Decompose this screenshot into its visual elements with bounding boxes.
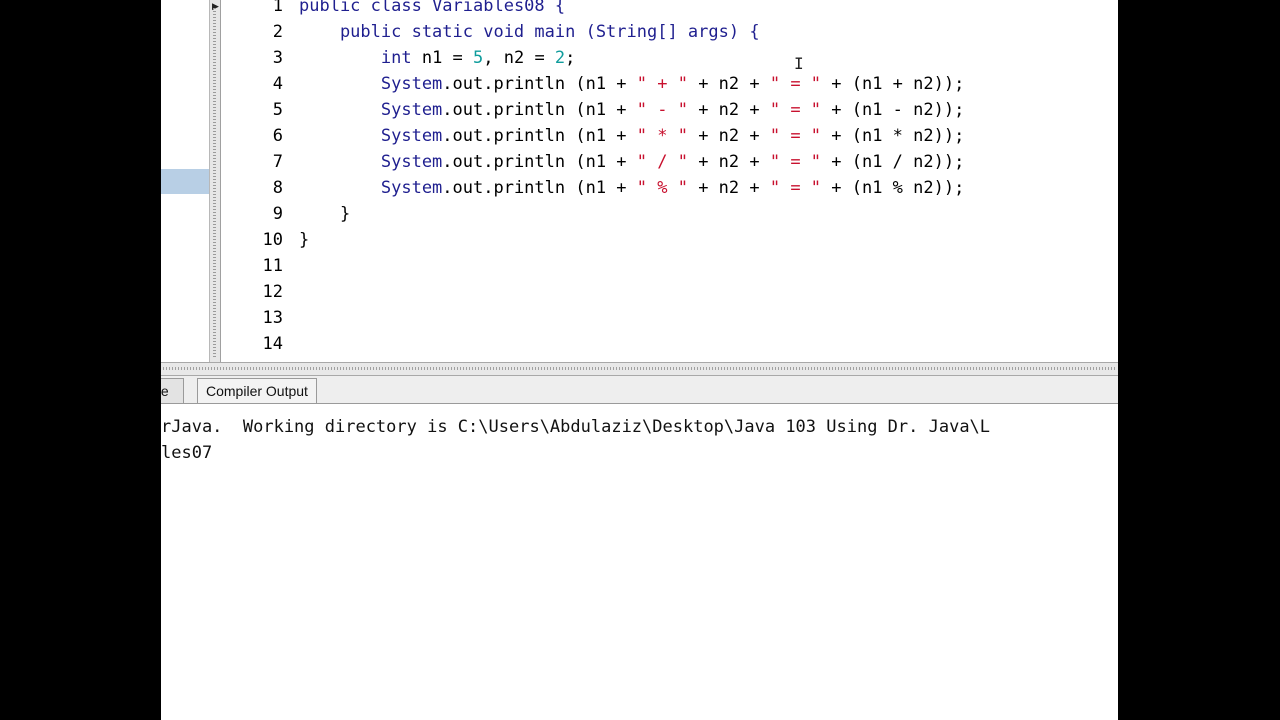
code-token: " / ": [636, 152, 688, 172]
code-line[interactable]: 14: [222, 331, 1118, 357]
code-token: .out.println (n1 +: [442, 178, 637, 198]
code-token: }: [299, 230, 310, 250]
code-token: + n2 +: [687, 74, 770, 94]
code-text: }: [299, 227, 309, 253]
code-line[interactable]: 4 System.out.println (n1 + " + " + n2 + …: [222, 71, 1118, 97]
code-line[interactable]: 8 System.out.println (n1 + " % " + n2 + …: [222, 175, 1118, 201]
line-number: 13: [262, 308, 283, 328]
code-line[interactable]: 12: [222, 279, 1118, 305]
line-number: 2: [272, 22, 283, 42]
code-line[interactable]: 2 public static void main (String[] args…: [222, 19, 1118, 45]
code-token: main (String[] args) {: [534, 22, 760, 42]
output-tab-bar: ole Compiler Output: [161, 376, 1118, 404]
code-token: " + ": [636, 74, 688, 94]
code-line[interactable]: 5 System.out.println (n1 + " - " + n2 + …: [222, 97, 1118, 123]
code-token: }: [299, 204, 351, 224]
code-token: " = ": [769, 178, 822, 198]
code-token: + n2 +: [687, 100, 770, 120]
code-token: + n2 +: [687, 152, 770, 172]
code-token: public class: [299, 0, 433, 16]
code-line[interactable]: 9 }: [222, 201, 1118, 227]
code-token: " % ": [636, 178, 688, 198]
line-number: 7: [272, 152, 283, 172]
code-token: .out.println (n1 +: [442, 74, 637, 94]
code-token: System: [299, 74, 443, 94]
line-number: 3: [272, 48, 283, 68]
selected-file-item[interactable]: [161, 169, 209, 194]
output-line: les07: [161, 443, 213, 463]
code-token: System: [299, 100, 443, 120]
code-editor[interactable]: 1 public class Variables08 {2 public stat…: [222, 0, 1118, 362]
code-text: System.out.println (n1 + " - " + n2 + " …: [299, 97, 964, 123]
code-token: public static void: [299, 22, 535, 42]
code-token: System: [299, 126, 443, 146]
line-number: 8: [272, 178, 283, 198]
code-line[interactable]: 11: [222, 253, 1118, 279]
code-text: public class Variables08 {: [299, 0, 565, 19]
code-text: }: [299, 201, 350, 227]
code-line[interactable]: 6 System.out.println (n1 + " * " + n2 + …: [222, 123, 1118, 149]
code-token: .out.println (n1 +: [442, 152, 637, 172]
code-text: public static void main (String[] args) …: [299, 19, 760, 45]
file-list-panel[interactable]: [161, 0, 210, 362]
code-token: ;: [565, 48, 576, 68]
text-cursor-icon: I: [794, 54, 804, 73]
code-token: System: [299, 152, 443, 172]
line-number: 11: [262, 256, 283, 276]
horizontal-splitter[interactable]: [161, 362, 1118, 376]
code-token: " = ": [769, 100, 822, 120]
code-token: n1 =: [421, 48, 474, 68]
code-text: int n1 = 5, n2 = 2;: [299, 45, 576, 71]
code-token: " * ": [636, 126, 688, 146]
drjava-window: ▶ 1 public class Variables08 {2 public st…: [161, 0, 1118, 720]
code-text: System.out.println (n1 + " + " + n2 + " …: [299, 71, 964, 97]
tab-console[interactable]: ole: [161, 378, 184, 403]
code-line[interactable]: 3 int n1 = 5, n2 = 2;: [222, 45, 1118, 71]
code-text: System.out.println (n1 + " / " + n2 + " …: [299, 149, 964, 175]
code-token: .out.println (n1 +: [442, 126, 637, 146]
line-number: 9: [272, 204, 283, 224]
line-number: 10: [262, 230, 283, 250]
code-token: + n2 +: [687, 178, 770, 198]
line-number: 5: [272, 100, 283, 120]
code-token: + (n1 - n2));: [821, 100, 965, 120]
code-token: + (n1 % n2));: [821, 178, 965, 198]
code-token: " - ": [636, 100, 688, 120]
code-line[interactable]: 1 public class Variables08 {: [222, 0, 1118, 19]
code-token: .out.println (n1 +: [442, 100, 637, 120]
line-number: 12: [262, 282, 283, 302]
code-token: + n2 +: [687, 126, 770, 146]
code-token: Variables08: [432, 0, 545, 16]
vertical-splitter[interactable]: ▶: [210, 0, 221, 362]
code-token: " = ": [769, 126, 822, 146]
code-line[interactable]: 10}: [222, 227, 1118, 253]
code-token: + (n1 * n2));: [821, 126, 965, 146]
line-number: 14: [262, 334, 283, 354]
code-line[interactable]: 7 System.out.println (n1 + " / " + n2 + …: [222, 149, 1118, 175]
code-token: " = ": [769, 74, 822, 94]
code-token: int: [299, 48, 422, 68]
code-token: + (n1 / n2));: [821, 152, 965, 172]
code-token: , n2 =: [483, 48, 555, 68]
code-token: 2: [554, 48, 566, 68]
code-token: 5: [473, 48, 484, 68]
splitter-grip: [213, 8, 216, 358]
code-text: System.out.println (n1 + " % " + n2 + " …: [299, 175, 964, 201]
line-number: 1: [272, 0, 283, 16]
output-line: rJava. Working directory is C:\Users\Abd…: [161, 417, 991, 437]
line-number: 6: [272, 126, 283, 146]
splitter-grip: [163, 367, 1115, 370]
code-token: System: [299, 178, 443, 198]
line-number: 4: [272, 74, 283, 94]
code-line[interactable]: 13: [222, 305, 1118, 331]
code-token: + (n1 + n2));: [821, 74, 965, 94]
code-token: " = ": [769, 152, 822, 172]
tab-compiler-output[interactable]: Compiler Output: [197, 378, 317, 403]
code-token: {: [544, 0, 566, 16]
compiler-output-pane[interactable]: rJava. Working directory is C:\Users\Abd…: [161, 405, 1118, 720]
code-text: System.out.println (n1 + " * " + n2 + " …: [299, 123, 964, 149]
